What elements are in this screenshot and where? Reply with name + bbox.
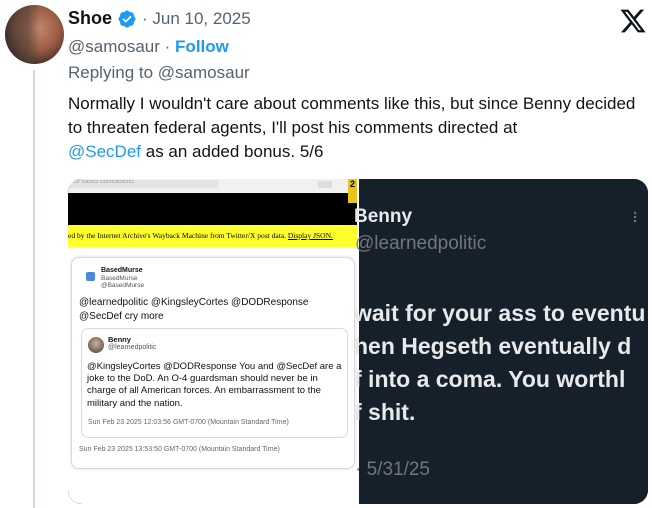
- tweet-text-part1: Normally I wouldn't care about comments …: [68, 94, 636, 137]
- more-options-icon: [633, 211, 637, 223]
- outer-post-name: BasedMurse: [101, 267, 143, 274]
- cropped-line: hen Hegseth eventually d: [354, 333, 632, 359]
- archive-banner-text: ed by the Internet Archive's Wayback Mac…: [68, 231, 333, 240]
- quoted-post-handle: @learnedpolitic: [108, 344, 157, 351]
- basedmurse-avatar-icon: [86, 272, 95, 281]
- media-image-dark-tweet[interactable]: Benny @learnedpolitic wait for your ass …: [354, 179, 648, 504]
- quoted-post-card: Benny @learnedpolitic @KingsleyCortes @D…: [81, 328, 348, 438]
- cropped-line: f into a coma. You worthl: [354, 366, 626, 392]
- display-json-link: Display JSON.: [287, 231, 333, 240]
- quoted-post-name: Benny: [108, 335, 131, 344]
- cropped-line: f shit.: [354, 399, 416, 425]
- tweet-text-part2: as an added bonus. 5/6: [145, 142, 324, 161]
- outer-post-display: BasedMurse: [101, 275, 138, 282]
- cropped-author-name: Benny: [354, 206, 413, 227]
- author-handle[interactable]: @samosaur: [68, 37, 160, 56]
- media-gallery[interactable]: ▭ ▭▭▭ ▭▭▭▭▭▭ 2 ed by the Internet Archiv…: [68, 179, 648, 504]
- reply-context: Replying to @samosaur: [68, 63, 250, 83]
- cropped-tweet-text: wait for your ass to eventu hen Hegseth …: [354, 297, 645, 429]
- outer-post-text: @learnedpolitic @KingsleyCortes @DODResp…: [79, 297, 309, 322]
- author-handle-line: @samosaur · Follow: [68, 37, 229, 57]
- side-number-badge: 2: [348, 179, 357, 203]
- quoted-post-timestamp: Sun Feb 23 2025 12:03:56 GMT-0700 (Mount…: [88, 419, 289, 426]
- author-name[interactable]: Shoe: [68, 8, 112, 29]
- x-logo-icon[interactable]: [619, 7, 647, 35]
- post-date[interactable]: · Jun 10, 2025: [142, 9, 251, 29]
- handle-separator: ·: [164, 37, 171, 56]
- archived-post-card: BasedMurse BasedMurse @BasedMurse @learn…: [71, 257, 355, 469]
- cropped-tweet-date: · 5/31/25: [355, 459, 430, 480]
- cropped-author-handle: @learnedpolitic: [355, 233, 487, 254]
- reply-to-handle[interactable]: @samosaur: [158, 63, 250, 82]
- scroll-indicator: [318, 181, 332, 188]
- thread-line: [33, 70, 35, 508]
- reply-prefix: Replying to: [68, 63, 154, 82]
- tweet-text: Normally I wouldn't care about comments …: [68, 92, 643, 164]
- verified-badge-icon: [118, 10, 136, 28]
- media-image-archive-screenshot[interactable]: ▭ ▭▭▭ ▭▭▭▭▭▭ 2 ed by the Internet Archiv…: [68, 179, 357, 504]
- follow-button[interactable]: Follow: [175, 37, 229, 56]
- outer-post-handle: @BasedMurse: [101, 282, 145, 289]
- archive-header-bar: [68, 193, 357, 225]
- quoted-post-text: @KingsleyCortes @DODResponse You and @Se…: [87, 361, 342, 409]
- outer-post-timestamp: Sun Feb 23 2025 13:53:50 GMT-0700 (Mount…: [79, 446, 280, 453]
- archive-banner-prefix: ed by the Internet Archive's Wayback Mac…: [68, 231, 287, 240]
- url-bar: ▭ ▭▭▭ ▭▭▭▭▭▭: [68, 179, 218, 188]
- author-avatar[interactable]: [5, 5, 64, 64]
- cropped-line: wait for your ass to eventu: [354, 300, 646, 326]
- benny-avatar: [88, 337, 104, 353]
- browser-toolbar: ▭ ▭▭▭ ▭▭▭▭▭▭: [68, 179, 357, 193]
- mention-link[interactable]: @SecDef: [68, 142, 141, 161]
